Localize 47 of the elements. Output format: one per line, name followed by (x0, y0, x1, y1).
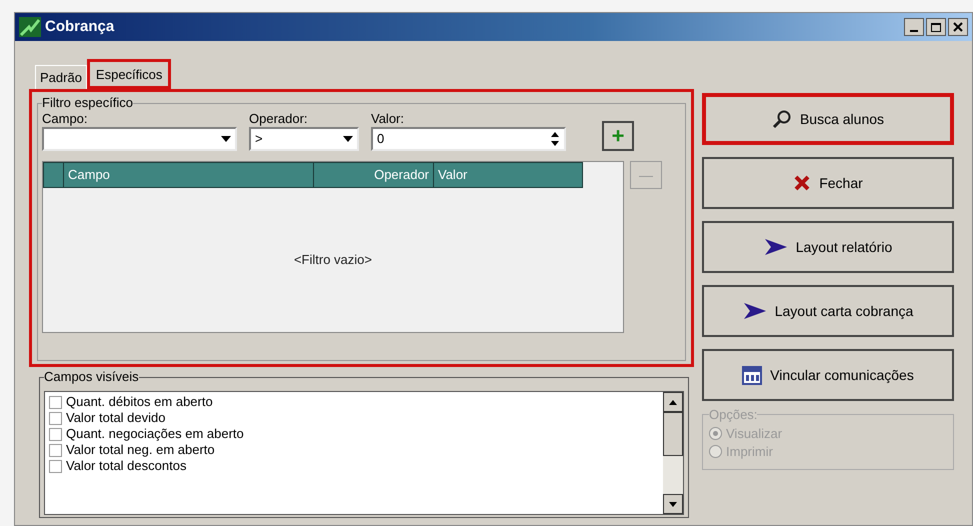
checkbox[interactable] (49, 444, 62, 456)
column-header: Valor (437, 166, 468, 184)
tab[interactable]: Padrão (35, 65, 87, 89)
column-header: Campo (64, 163, 314, 187)
action-button[interactable]: Layout relatório (702, 221, 954, 273)
checkbox[interactable] (49, 412, 62, 424)
field-label: Operador: (249, 111, 309, 127)
checkbox[interactable] (49, 428, 62, 440)
field-checkbox-item[interactable]: Quant. negociações em aberto (49, 426, 663, 442)
field-checkbox-item[interactable]: Quant. débitos em aberto (49, 394, 663, 410)
scroll-up-icon (669, 400, 677, 404)
dropdown-caret-icon (221, 136, 231, 142)
action-button[interactable]: Vincular comunicações (702, 349, 954, 401)
group-title: Campos visíveis (44, 369, 139, 385)
field-checkbox-item[interactable]: Valor total descontos (49, 458, 663, 474)
scroll-down-icon (669, 502, 677, 506)
empty-message: <Filtro vazio> (294, 251, 372, 270)
action-button[interactable]: Busca alunos (702, 93, 954, 145)
action-button[interactable]: Layout carta cobrança (702, 285, 954, 337)
field-checkbox-item[interactable]: Valor total neg. em aberto (49, 442, 663, 458)
arrow-icon (764, 238, 788, 256)
field-checkbox-item[interactable]: Valor total devido (49, 410, 663, 426)
close-icon (953, 22, 963, 32)
close-button[interactable] (948, 18, 968, 36)
column-header: Operador (314, 163, 434, 187)
spin-arrows-icon (550, 131, 560, 147)
calendar-icon (742, 365, 762, 385)
operador-dropdown[interactable]: > (249, 127, 359, 151)
tab[interactable]: Específicos (86, 59, 172, 89)
valor-spin-field[interactable]: 0 (371, 127, 566, 151)
scrollbar[interactable] (663, 392, 683, 514)
dropdown-caret-icon (343, 136, 353, 142)
action-button[interactable]: Fechar (702, 157, 954, 209)
checkbox[interactable] (49, 396, 62, 408)
field-label: Campo: (42, 111, 89, 127)
app-icon (19, 17, 41, 37)
maximize-button[interactable] (926, 18, 946, 36)
group-title: Filtro específico (42, 95, 134, 111)
field-label: Valor: (371, 111, 405, 127)
window-title: Cobrança (45, 16, 114, 37)
campo-dropdown[interactable] (42, 127, 237, 151)
minimize-button[interactable] (904, 18, 924, 36)
search-icon (772, 109, 792, 129)
close-icon (793, 174, 812, 192)
group-title: Opções: (709, 406, 758, 424)
checkbox[interactable] (49, 460, 62, 472)
arrow-icon (742, 302, 767, 320)
